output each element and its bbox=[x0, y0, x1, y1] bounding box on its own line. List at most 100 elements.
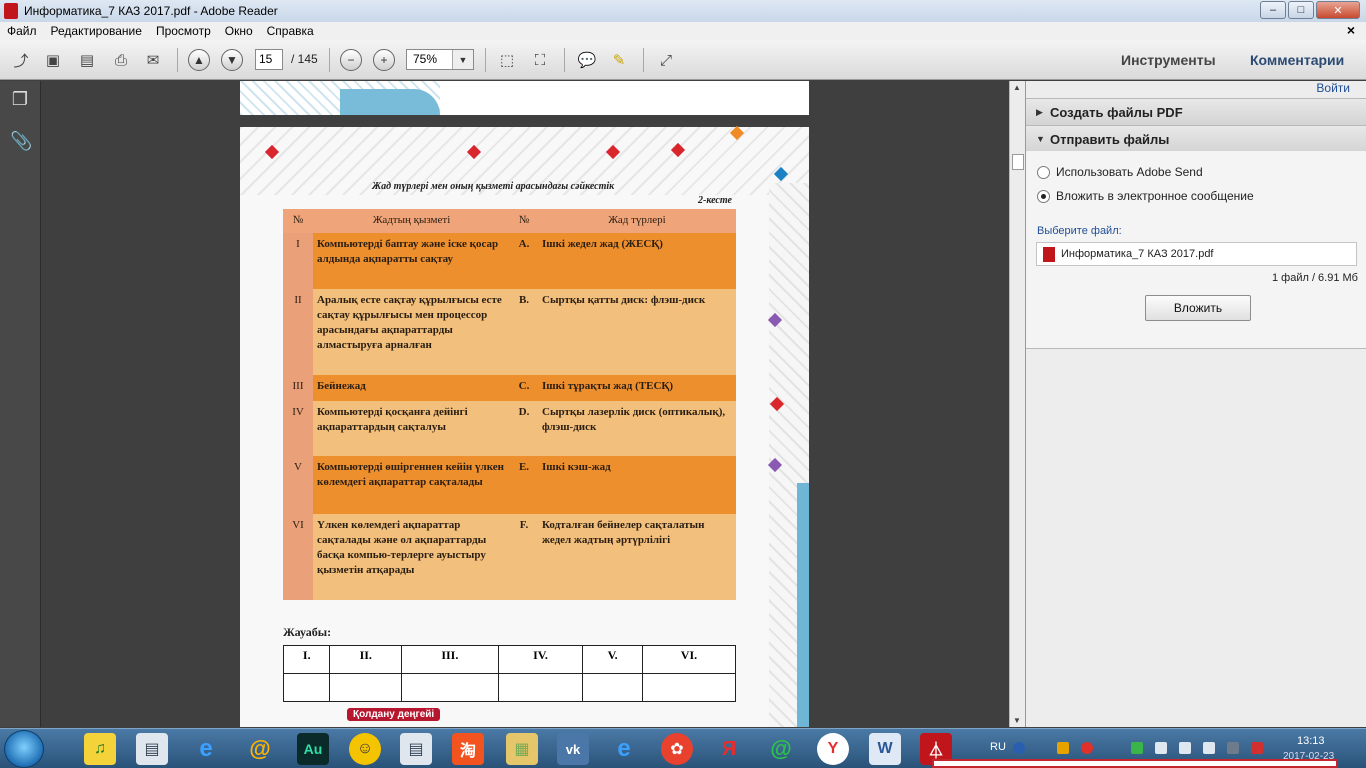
row-number: I bbox=[283, 233, 313, 289]
language-indicator[interactable]: RU bbox=[990, 741, 1006, 753]
next-page-button[interactable]: ▼ bbox=[219, 48, 245, 72]
page-decoration bbox=[340, 89, 440, 115]
radio-button[interactable] bbox=[1037, 165, 1050, 179]
folder-icon[interactable]: ▦ bbox=[506, 733, 538, 765]
chat-app-icon[interactable]: ☺ bbox=[349, 733, 381, 765]
table-row: III Бейнежад C. Ішкі тұрақты жад (ТЕСҚ) bbox=[283, 375, 736, 401]
selected-file[interactable]: Информатика_7 КАЗ 2017.pdf bbox=[1036, 242, 1357, 266]
close-window-button[interactable]: ✕ bbox=[1316, 1, 1360, 19]
option-label: Использовать Adobe Send bbox=[1056, 165, 1203, 179]
row-number: VI bbox=[283, 514, 313, 600]
scrollbar-thumb[interactable] bbox=[1012, 154, 1024, 170]
menu-edit[interactable]: Редактирование bbox=[44, 24, 149, 38]
tray-app-icon[interactable] bbox=[1131, 742, 1143, 754]
expand-triangle-icon: ▶ bbox=[1036, 106, 1043, 117]
print-icon[interactable]: ⎙ bbox=[108, 48, 134, 72]
table-number: 2-кесте bbox=[698, 195, 732, 206]
internet-explorer-icon[interactable]: e bbox=[608, 733, 640, 765]
tools-tab[interactable]: Инструменты bbox=[1121, 52, 1216, 68]
arrow-up-icon: ▲ bbox=[188, 49, 210, 71]
menu-help[interactable]: Справка bbox=[260, 24, 321, 38]
page-number-input[interactable]: 15 bbox=[255, 49, 283, 70]
memory-type: Ішкі жедел жад (ЖЕСҚ) bbox=[538, 233, 736, 289]
tray-app-icon[interactable] bbox=[1081, 742, 1093, 754]
attach-button[interactable]: Вложить bbox=[1145, 295, 1251, 321]
network-icon[interactable] bbox=[1155, 742, 1167, 754]
adobe-send-option[interactable]: Использовать Adobe Send bbox=[1037, 165, 1203, 179]
save-icon[interactable]: ▤ bbox=[74, 48, 100, 72]
create-pdf-icon[interactable]: ⤴ bbox=[8, 48, 34, 72]
email-icon[interactable]: ✉ bbox=[140, 48, 166, 72]
answer-cell bbox=[401, 673, 499, 702]
zoom-out-button[interactable]: − bbox=[338, 48, 364, 72]
flag-icon[interactable] bbox=[1251, 742, 1263, 754]
sign-in-link[interactable]: Войти bbox=[1316, 81, 1350, 95]
tray-app-icon[interactable] bbox=[1057, 742, 1069, 754]
display-icon[interactable] bbox=[1227, 742, 1239, 754]
answer-table: I. II. III. IV. V. VI. bbox=[282, 645, 737, 702]
vk-icon[interactable]: vk bbox=[557, 733, 589, 765]
row-number: V bbox=[283, 456, 313, 514]
toolbar-separator bbox=[485, 48, 486, 72]
word-icon[interactable]: W bbox=[869, 733, 901, 765]
yandex-browser-icon[interactable]: Y bbox=[817, 733, 849, 765]
answer-cell bbox=[329, 673, 403, 702]
zoom-in-button[interactable]: + bbox=[371, 48, 397, 72]
combine-files-icon[interactable]: ▣ bbox=[40, 48, 66, 72]
radio-button-selected[interactable] bbox=[1037, 189, 1050, 203]
fit-width-icon[interactable]: ⛶ bbox=[527, 48, 553, 72]
page-thumbnails-icon[interactable]: ❐ bbox=[10, 89, 30, 111]
answer-header-row: I. II. III. IV. V. VI. bbox=[282, 645, 737, 674]
attachments-icon[interactable]: 📎 bbox=[10, 131, 32, 153]
taobao-icon[interactable]: 淘 bbox=[452, 733, 484, 765]
highlight-text-icon[interactable]: ✎ bbox=[606, 48, 632, 72]
fit-page-icon[interactable]: ⬚ bbox=[494, 48, 520, 72]
close-document-icon[interactable]: × bbox=[1340, 22, 1362, 38]
scroll-up-icon[interactable]: ▲ bbox=[1013, 83, 1021, 92]
minimize-button[interactable]: – bbox=[1260, 1, 1286, 19]
clock-time[interactable]: 13:13 bbox=[1297, 735, 1325, 747]
toolbar-separator bbox=[329, 48, 330, 72]
internet-explorer-icon[interactable]: e bbox=[190, 733, 222, 765]
send-files-section[interactable]: ▼ Отправить файлы bbox=[1026, 125, 1366, 152]
minus-icon: − bbox=[340, 49, 362, 71]
music-app-icon[interactable]: ♫ bbox=[84, 733, 116, 765]
start-button[interactable] bbox=[4, 730, 44, 768]
toolbar-separator bbox=[643, 48, 644, 72]
menu-view[interactable]: Просмотр bbox=[149, 24, 218, 38]
adobe-reader-icon bbox=[4, 3, 18, 19]
yandex-icon[interactable]: Я bbox=[713, 733, 745, 765]
previous-page-button[interactable]: ▲ bbox=[186, 48, 212, 72]
zoom-dropdown-icon[interactable]: ▼ bbox=[452, 50, 473, 69]
memory-function: Компьютерді өшіргеннен кейін үлкен көлем… bbox=[313, 456, 510, 514]
memory-function: Бейнежад bbox=[313, 375, 510, 401]
answer-header: IV. bbox=[497, 645, 584, 674]
level-badge: Қолдану деңгейі bbox=[347, 708, 441, 721]
answer-row bbox=[282, 673, 737, 702]
comments-tab[interactable]: Комментарии bbox=[1250, 52, 1344, 68]
battery-icon[interactable] bbox=[1179, 742, 1191, 754]
email-attach-option[interactable]: Вложить в электронное сообщение bbox=[1037, 189, 1254, 203]
memory-type: Кодталған бейнелер сақталатын жедел жадт… bbox=[538, 514, 736, 600]
document-app-icon[interactable]: ▤ bbox=[136, 733, 168, 765]
chat-green-icon[interactable]: @ bbox=[765, 733, 797, 765]
document-scrollbar[interactable]: ▲ ▼ bbox=[1009, 81, 1025, 727]
memory-table: № Жадтың қызметі № Жад түрлері I Компьют… bbox=[283, 209, 736, 600]
comment-note-icon[interactable]: 💬 bbox=[574, 48, 600, 72]
scroll-down-icon[interactable]: ▼ bbox=[1013, 716, 1021, 725]
media-player-icon[interactable]: ✿ bbox=[661, 733, 693, 765]
help-icon[interactable] bbox=[1013, 742, 1025, 754]
menu-window[interactable]: Окно bbox=[218, 24, 260, 38]
title-bar: Информатика_7 КАЗ 2017.pdf - Adobe Reade… bbox=[0, 0, 1366, 22]
mail-agent-icon[interactable]: @ bbox=[244, 733, 276, 765]
answer-label: Жауабы: bbox=[283, 625, 332, 639]
document-app-icon[interactable]: ▤ bbox=[400, 733, 432, 765]
create-pdf-section[interactable]: ▶ Создать файлы PDF bbox=[1026, 98, 1366, 125]
collapse-triangle-icon: ▼ bbox=[1036, 134, 1045, 144]
full-screen-icon[interactable]: ⤢ bbox=[653, 48, 679, 72]
table-header: Жадтың қызметі bbox=[313, 209, 510, 233]
menu-file[interactable]: Файл bbox=[0, 24, 44, 38]
audition-icon[interactable]: Au bbox=[297, 733, 329, 765]
volume-icon[interactable] bbox=[1203, 742, 1215, 754]
maximize-button[interactable]: □ bbox=[1288, 1, 1314, 19]
